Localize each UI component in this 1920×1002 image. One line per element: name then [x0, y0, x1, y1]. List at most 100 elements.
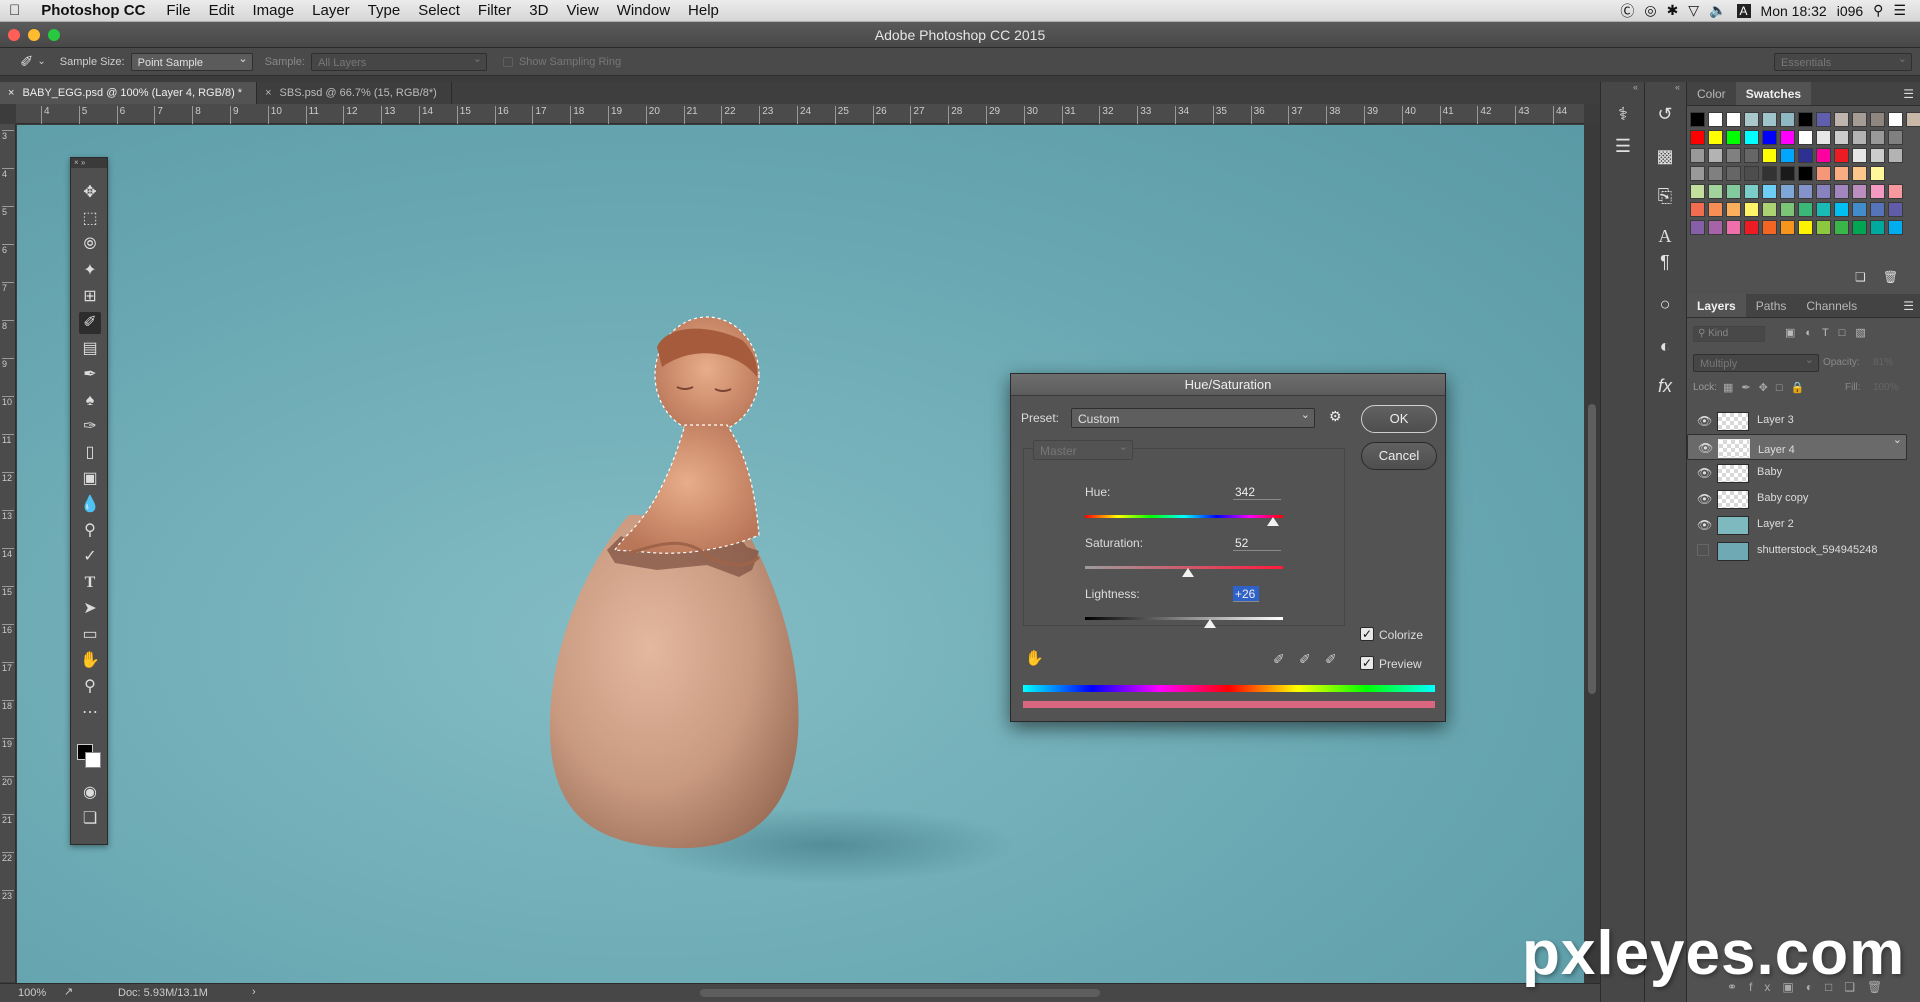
- menu-window[interactable]: Window: [608, 2, 679, 19]
- swatch-cell[interactable]: [1834, 112, 1849, 127]
- app-menu[interactable]: Photoshop CC: [29, 2, 157, 19]
- delete-swatch-icon[interactable]: 🗑: [1883, 270, 1898, 284]
- hue-slider-track[interactable]: [1085, 515, 1283, 518]
- lightness-value-field[interactable]: +26: [1233, 586, 1259, 602]
- swatch-cell[interactable]: [1870, 184, 1885, 199]
- type-tool-icon[interactable]: T: [79, 572, 101, 594]
- workspace-select[interactable]: Essentials: [1774, 50, 1912, 71]
- creative-cloud-icon[interactable]: ◎: [1644, 2, 1656, 19]
- tab-layers[interactable]: Layers: [1687, 294, 1746, 317]
- move-tool-icon[interactable]: ✥: [79, 182, 101, 204]
- sample-select[interactable]: All Layers: [310, 50, 487, 71]
- swatch-cell[interactable]: [1870, 202, 1885, 217]
- menu-help[interactable]: Help: [679, 2, 728, 19]
- swatch-cell[interactable]: [1762, 148, 1777, 163]
- swatch-cell[interactable]: [1888, 148, 1903, 163]
- lasso-tool-icon[interactable]: ⦾: [79, 234, 101, 256]
- swatch-cell[interactable]: [1852, 184, 1867, 199]
- swatch-cell[interactable]: [1816, 220, 1831, 235]
- add-to-sample-eyedropper-icon[interactable]: ✐: [1299, 651, 1311, 668]
- layer-kind-filter[interactable]: ⚲ Kind: [1693, 326, 1765, 342]
- swatch-cell[interactable]: [1762, 130, 1777, 145]
- clock[interactable]: Mon 18:32: [1761, 3, 1827, 19]
- swatch-cell[interactable]: [1798, 112, 1813, 127]
- blur-tool-icon[interactable]: 💧: [79, 494, 101, 516]
- menu-type[interactable]: Type: [359, 2, 410, 19]
- lightness-slider-knob[interactable]: [1203, 619, 1216, 628]
- layer-row[interactable]: 👁 Layer 4: [1687, 431, 1907, 460]
- swatch-cell[interactable]: [1870, 148, 1885, 163]
- menu-file[interactable]: File: [157, 2, 199, 19]
- swatch-cell[interactable]: [1798, 202, 1813, 217]
- preset-dropdown-icon[interactable]: ⌄: [37, 56, 45, 67]
- swatch-cell[interactable]: [1870, 220, 1885, 235]
- skype-icon[interactable]: Ⓒ: [1620, 1, 1634, 21]
- zoom-level[interactable]: 100%: [18, 987, 46, 999]
- zoom-tool-icon[interactable]: ⚲: [79, 676, 101, 698]
- eyedropper-icon[interactable]: ✐: [1273, 651, 1285, 668]
- swatch-cell[interactable]: [1744, 202, 1759, 217]
- tab-channels[interactable]: Channels: [1796, 294, 1867, 317]
- close-window-button[interactable]: [8, 29, 20, 41]
- swatch-cell[interactable]: [1780, 220, 1795, 235]
- collapse-dock-icon[interactable]: «: [1645, 82, 1686, 92]
- swatch-cell[interactable]: [1690, 166, 1705, 181]
- swatch-cell[interactable]: [1888, 112, 1903, 127]
- swatch-cell[interactable]: [1744, 130, 1759, 145]
- swatch-cell[interactable]: [1780, 148, 1795, 163]
- swatch-cell[interactable]: [1690, 220, 1705, 235]
- zoom-window-button[interactable]: [48, 29, 60, 41]
- eyedropper-preset-icon[interactable]: ✐: [20, 52, 33, 72]
- swatch-cell[interactable]: [1906, 112, 1920, 127]
- layer-row[interactable]: 👁 Layer 3: [1687, 408, 1907, 434]
- swatch-cell[interactable]: [1762, 166, 1777, 181]
- cancel-button[interactable]: Cancel: [1361, 442, 1437, 470]
- menu-filter[interactable]: Filter: [469, 2, 520, 19]
- vertical-scroll-thumb[interactable]: [1588, 404, 1596, 694]
- eyedropper-tool-icon[interactable]: ✐: [79, 312, 101, 334]
- swatch-cell[interactable]: [1888, 220, 1903, 235]
- swatch-cell[interactable]: [1834, 184, 1849, 199]
- visibility-eye-icon[interactable]: 👁: [1698, 441, 1713, 455]
- close-tab-icon[interactable]: ×: [265, 87, 271, 99]
- saturation-slider-knob[interactable]: [1181, 568, 1194, 577]
- opacity-value[interactable]: 81%: [1873, 357, 1893, 368]
- swatch-cell[interactable]: [1780, 130, 1795, 145]
- menu-layer[interactable]: Layer: [303, 2, 359, 19]
- doc-size[interactable]: Doc: 5.93M/13.1M: [118, 987, 208, 999]
- menu-view[interactable]: View: [557, 2, 607, 19]
- tool-presets-icon[interactable]: ⚕: [1611, 102, 1635, 126]
- ok-button[interactable]: OK: [1361, 405, 1437, 433]
- marquee-tool-icon[interactable]: ⬚: [79, 208, 101, 230]
- swatch-cell[interactable]: [1744, 148, 1759, 163]
- menu-select[interactable]: Select: [409, 2, 469, 19]
- swatch-cell[interactable]: [1762, 184, 1777, 199]
- layer-row[interactable]: 👁 Baby: [1687, 460, 1907, 486]
- history-brush-tool-icon[interactable]: ✑: [79, 416, 101, 438]
- libraries-icon[interactable]: ○: [1653, 292, 1677, 316]
- swatch-cell[interactable]: [1798, 220, 1813, 235]
- layer-filter-icons[interactable]: ▣◐T□▧: [1785, 326, 1876, 339]
- menu-3d[interactable]: 3D: [520, 2, 557, 19]
- clone-source-icon[interactable]: ⎘: [1653, 184, 1677, 208]
- swatch-cell[interactable]: [1888, 130, 1903, 145]
- preset-options-gear-icon[interactable]: ⚙: [1329, 408, 1342, 425]
- swatch-cell[interactable]: [1816, 130, 1831, 145]
- swatch-cell[interactable]: [1726, 184, 1741, 199]
- info-icon[interactable]: ▩: [1653, 144, 1677, 168]
- brush-settings-icon[interactable]: ☰: [1611, 134, 1635, 158]
- gradient-tool-icon[interactable]: ▣: [79, 468, 101, 490]
- hue-slider-knob[interactable]: [1267, 517, 1280, 526]
- saturation-value-field[interactable]: 52: [1233, 535, 1281, 551]
- swatch-cell[interactable]: [1744, 166, 1759, 181]
- subtract-from-sample-eyedropper-icon[interactable]: ✐: [1325, 651, 1337, 668]
- swatch-cell[interactable]: [1834, 202, 1849, 217]
- tab-sbs[interactable]: × SBS.psd @ 66.7% (15, RGB/8*): [257, 82, 452, 104]
- preset-select[interactable]: Custom: [1071, 405, 1315, 428]
- swatch-cell[interactable]: [1726, 166, 1741, 181]
- swatch-cell[interactable]: [1852, 166, 1867, 181]
- swatch-cell[interactable]: [1690, 148, 1705, 163]
- more-tools-icon[interactable]: ⋯: [79, 702, 101, 724]
- dodge-tool-icon[interactable]: ⚲: [79, 520, 101, 542]
- layer-row[interactable]: 👁 Layer 2: [1687, 512, 1907, 538]
